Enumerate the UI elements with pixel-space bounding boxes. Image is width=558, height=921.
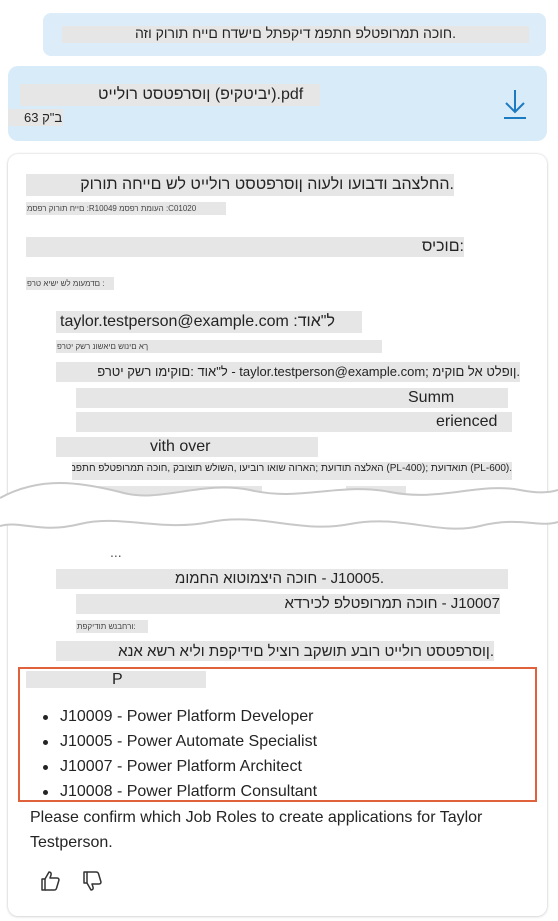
- attachment-file-name: pdf.(יביטקיפ) ןוסרפטסט רולייט: [98, 86, 304, 103]
- job-role-item: J10009 - Power Platform Developer: [42, 704, 317, 729]
- response-heading: .החלצהב ודבועו ולעוה ןוסרפטסט רולייט לש …: [80, 176, 454, 193]
- user-message-bubble: .חוכה תמרופטלפ חתפמ דיקפתל םישדח םייח תו…: [43, 13, 546, 56]
- job-roles-list: J10009 - Power Platform Developer J10005…: [42, 704, 317, 804]
- thumbs-down-icon[interactable]: [80, 869, 104, 893]
- summ-fragment: Summ: [408, 389, 455, 406]
- attachment-card[interactable]: pdf.(יביטקיפ) ןוסרפטסט רולייט ב"ק 63: [8, 66, 547, 141]
- job-role-item: J10008 - Power Platform Consultant: [42, 779, 317, 804]
- download-icon[interactable]: [502, 88, 528, 120]
- contact-line: .ןופלט אל םוקימ ;taylor.testperson@examp…: [97, 364, 520, 379]
- cut-partial-line: ...: [110, 544, 122, 560]
- erienced-fragment: erienced: [436, 413, 498, 430]
- role-line-1: .J10005 - חוכה היצמוטוא החמומ: [175, 570, 384, 587]
- job-role-item: J10005 - Power Automate Specialist: [42, 729, 317, 754]
- vith-over-fragment: vith over: [150, 438, 211, 455]
- small-note-2: ךא םינוש םיאשונ רשק יטרפ: [57, 342, 149, 351]
- confirm-rtl-line: .ןוסרפטסט רולייט רובע תושקב רוציל םידיקפ…: [118, 643, 494, 660]
- role-line-2: J10007 - חוכה תמרופטלפ לכירדא: [284, 595, 500, 612]
- email-line: taylor.testperson@example.com :ל"אוד: [60, 313, 335, 330]
- certs-line: .(PL-600) תואדועת ;(PL-400) האלצה תודועת…: [72, 463, 512, 474]
- summary-heading: :םוכיס: [421, 238, 464, 255]
- attachment-file-size: ב"ק 63: [24, 110, 63, 125]
- response-ids: םייח תורוק רפסמ :R10049 העומת רפסמ :C010…: [27, 204, 197, 213]
- small-note-3: :ורחבנש תודיקפת: [77, 622, 136, 631]
- torn-page-divider: [0, 482, 558, 530]
- job-role-item: J10007 - Power Platform Architect: [42, 754, 317, 779]
- p-fragment: P: [112, 671, 123, 688]
- user-message-text: .חוכה תמרופטלפ חתפמ דיקפתל םישדח םייח תו…: [134, 25, 457, 41]
- small-note: : םדמעומ לש ישיא טרפ: [27, 279, 105, 288]
- thumbs-up-icon[interactable]: [38, 869, 62, 893]
- confirm-question: Please confirm which Job Roles to create…: [30, 809, 483, 851]
